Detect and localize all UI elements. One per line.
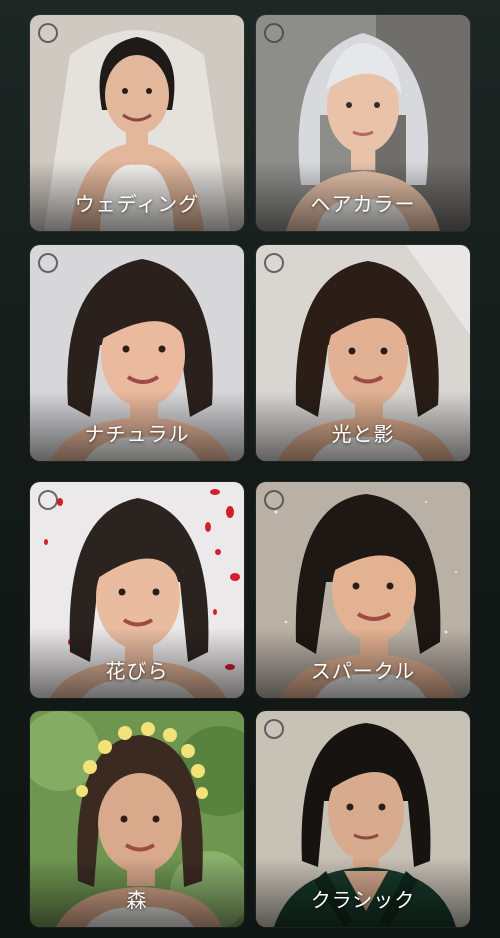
style-label: 森: [126, 888, 148, 912]
style-card-petals[interactable]: 花びら: [30, 482, 244, 698]
style-card-wedding[interactable]: ウェディング: [30, 15, 244, 231]
select-radio[interactable]: [264, 253, 284, 273]
select-radio[interactable]: [264, 490, 284, 510]
style-label: ヘアカラー: [310, 192, 416, 216]
style-label: ナチュラル: [84, 422, 190, 446]
select-radio[interactable]: [264, 23, 284, 43]
style-label: 光と影: [331, 422, 395, 446]
style-card-forest[interactable]: 森: [30, 711, 244, 927]
select-radio[interactable]: [264, 719, 284, 739]
style-card-light-shadow[interactable]: 光と影: [256, 245, 470, 461]
style-card-classic[interactable]: クラシック: [256, 711, 470, 927]
style-label: ウェディング: [74, 192, 200, 216]
style-grid: ウェディング ヘアカラー ナチュラル 光と影 花びら スパークル 森 クラシック: [0, 0, 500, 938]
style-label: 花びら: [105, 659, 169, 683]
select-radio[interactable]: [38, 23, 58, 43]
style-card-natural[interactable]: ナチュラル: [30, 245, 244, 461]
style-card-hair-color[interactable]: ヘアカラー: [256, 15, 470, 231]
style-card-sparkle[interactable]: スパークル: [256, 482, 470, 698]
select-radio[interactable]: [38, 490, 58, 510]
style-label: クラシック: [310, 888, 416, 912]
style-label: スパークル: [310, 659, 416, 683]
select-radio[interactable]: [38, 253, 58, 273]
